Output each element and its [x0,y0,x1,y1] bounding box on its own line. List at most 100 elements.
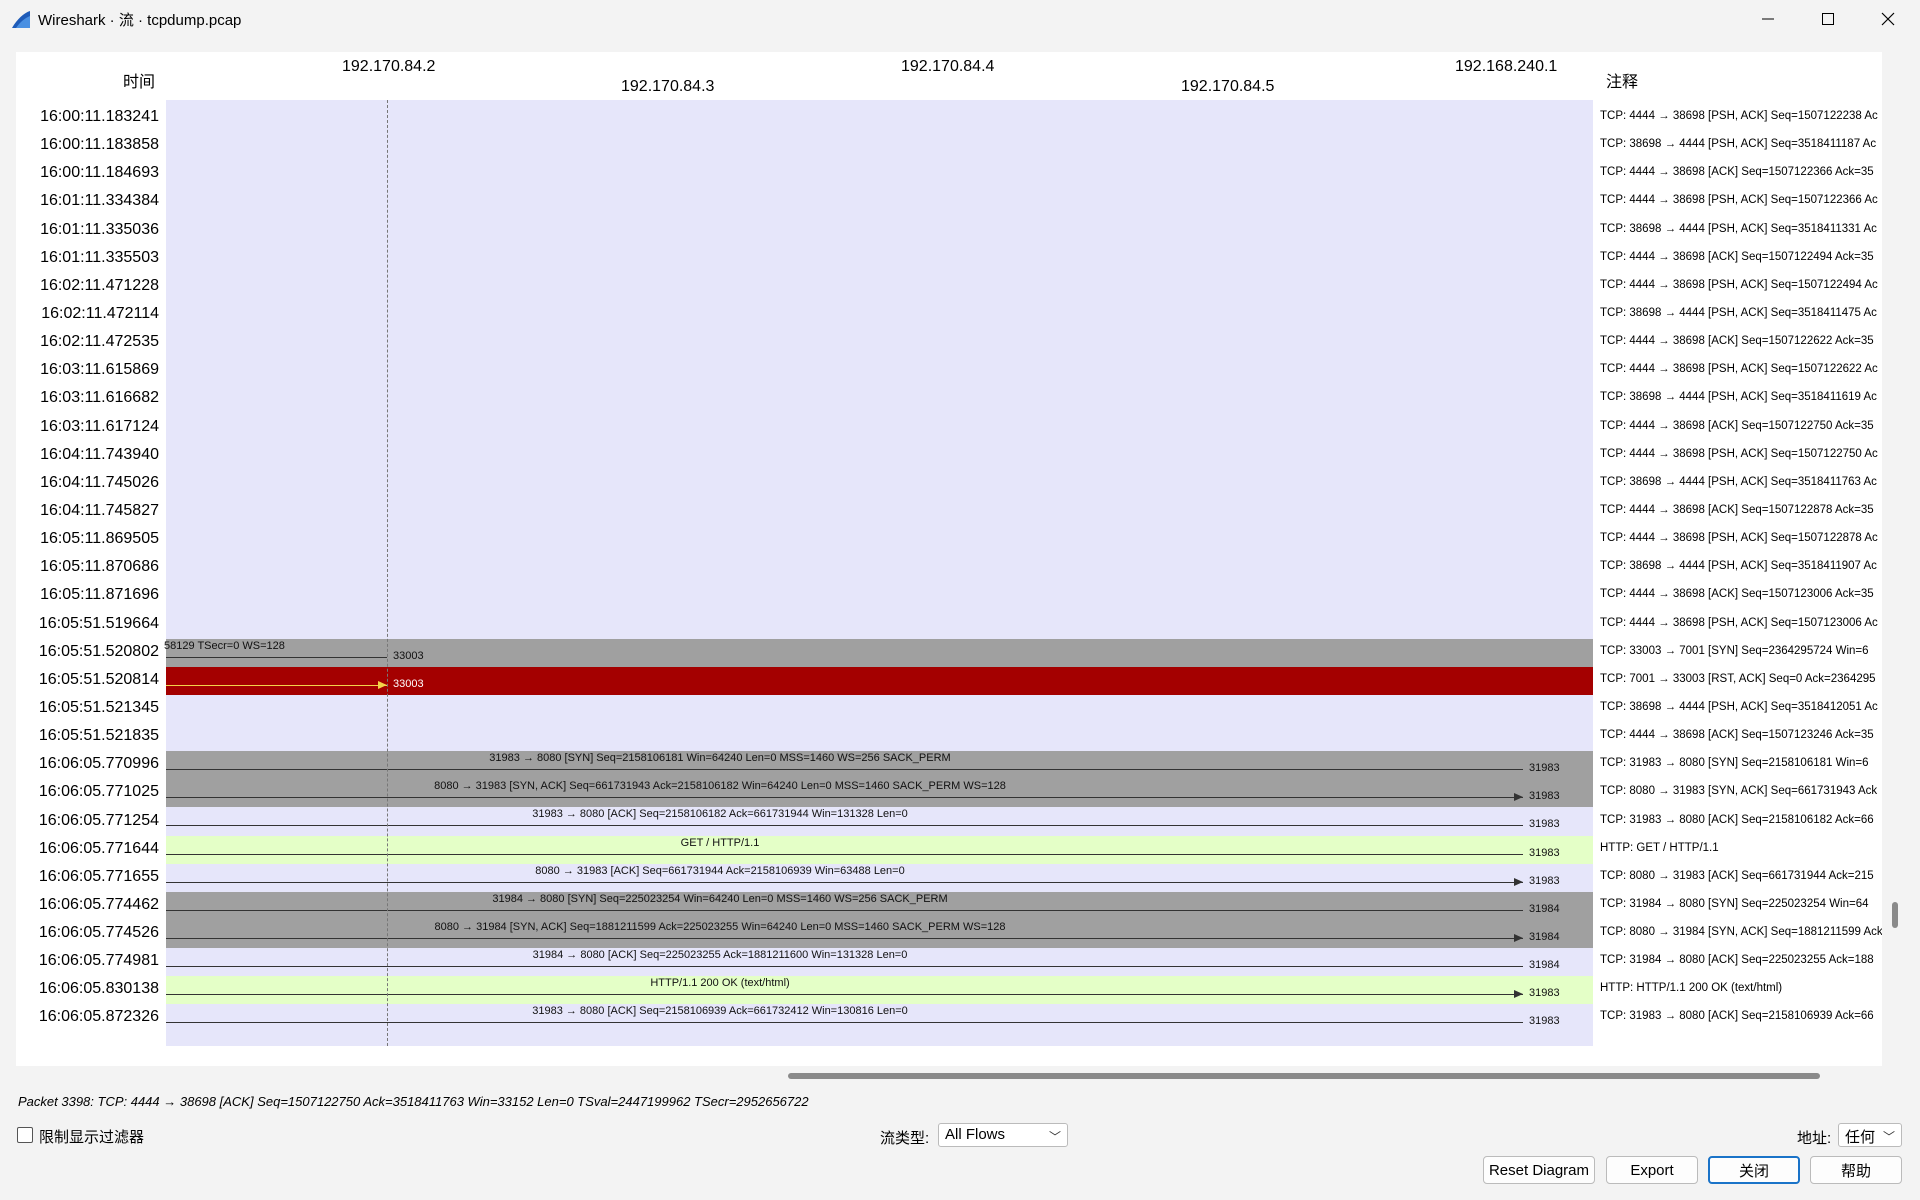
flow-row-7[interactable] [166,273,1593,301]
flow-time: 16:06:05.774981 [38,952,159,970]
flow-row-30[interactable]: 8080 → 31984 [SYN, ACK] Seq=1881211599 A… [166,919,1593,948]
flow-comment: TCP: 31983 → 8080 [ACK] Seq=2158106939 A… [1600,1010,1874,1023]
flow-comment: TCP: 4444 → 38698 [ACK] Seq=1507122494 A… [1600,250,1874,263]
flow-row-32[interactable]: HTTP/1.1 200 OK (text/html) 31983 [166,976,1593,1005]
flow-row-19[interactable] [166,610,1593,638]
flow-row-1[interactable] [166,104,1593,132]
flow-comment: TCP: 4444 → 38698 [ACK] Seq=1507123006 A… [1600,588,1874,601]
flow-comment: TCP: 4444 → 38698 [PSH, ACK] Seq=1507123… [1600,616,1878,629]
flow-arrow-line [166,656,387,658]
flow-row-31[interactable]: 31984 → 8080 [ACK] Seq=225023255 Ack=188… [166,948,1593,976]
arrowhead-icon [1514,877,1523,886]
export-button[interactable]: Export [1606,1156,1698,1184]
flow-port-label: 33003 [393,649,424,662]
flow-arrow-label: 8080 → 31984 [SYN, ACK] Seq=1881211599 A… [434,920,1006,933]
flow-row-28[interactable]: 8080 → 31983 [ACK] Seq=661731944 Ack=215… [166,864,1593,892]
flow-time: 16:06:05.771644 [38,839,159,857]
flow-row-23[interactable] [166,723,1593,751]
flow-arrow-label: 8080 → 31983 [ACK] Seq=661731944 Ack=215… [535,864,905,877]
flow-type-value: All Flows [945,1126,1006,1143]
flow-port-label: 31984 [1529,902,1560,915]
address-select[interactable]: 任何 ﹀ [1838,1123,1902,1147]
flow-row-27[interactable]: GET / HTTP/1.1 31983 [166,835,1593,864]
flow-time: 16:02:11.472114 [41,304,159,322]
flow-row-8[interactable] [166,301,1593,329]
vertical-scrollbar[interactable] [1892,902,1898,928]
flow-row-15[interactable] [166,498,1593,526]
wireshark-fin-icon [12,11,30,28]
flow-comment: TCP: 33003 → 7001 [SYN] Seq=2364295724 W… [1600,644,1869,657]
flow-time: 16:05:51.521835 [38,727,159,745]
flow-row-4[interactable] [166,188,1593,216]
close-button[interactable]: 关闭 [1708,1156,1800,1184]
flow-arrow-line [166,966,1523,968]
flow-port-label: 31983 [1529,818,1560,831]
limit-filter-checkbox[interactable] [17,1127,33,1143]
flow-row-16[interactable] [166,526,1593,554]
flow-arrow-line [166,881,1523,883]
flow-row-20[interactable]: 58129 TSecr=0 WS=128 33003 [164,638,1593,667]
flow-comment: HTTP: HTTP/1.1 200 OK (text/html) [1600,982,1783,995]
flow-row-11[interactable] [166,385,1593,413]
maximize-button[interactable] [1798,0,1858,38]
arrowhead-icon [1514,934,1523,943]
host-header-3: 192.170.84.4 [901,58,995,75]
flow-comment: TCP: 31984 → 8080 [SYN] Seq=225023254 Wi… [1600,897,1869,910]
flow-port-label: 31984 [1529,931,1560,944]
flow-time: 16:01:11.334384 [40,192,159,210]
flow-time: 16:05:11.871696 [40,586,159,604]
flow-comment: TCP: 38698 → 4444 [PSH, ACK] Seq=3518411… [1600,138,1877,151]
flow-arrow-line [166,938,1523,940]
flow-row-29[interactable]: 31984 → 8080 [SYN] Seq=225023254 Win=642… [166,891,1593,920]
time-column-header: 时间 [123,74,156,91]
flow-row-12[interactable] [166,413,1593,441]
flow-row-9[interactable] [166,329,1593,357]
horizontal-scrollbar[interactable] [788,1073,1820,1079]
flow-arrow-label: 8080 → 31983 [SYN, ACK] Seq=661731943 Ac… [434,780,1006,793]
flow-arrow-label: 31983 → 8080 [ACK] Seq=2158106939 Ack=66… [532,1005,908,1018]
flow-time: 16:05:11.870686 [40,558,159,576]
flow-time: 16:02:11.472535 [40,333,159,351]
flow-row-3[interactable] [166,160,1593,188]
flow-row-22[interactable] [166,695,1593,723]
flow-comment: TCP: 8080 → 31983 [SYN, ACK] Seq=6617319… [1600,785,1878,798]
flow-row-5[interactable] [166,216,1593,244]
flow-lanes: 58129 TSecr=0 WS=128 33003 33003 31983 → 80… [164,100,1593,1046]
flow-time: 16:03:11.616682 [40,389,159,407]
minimize-icon [1762,18,1774,20]
flow-row-25[interactable]: 8080 → 31983 [SYN, ACK] Seq=661731943 Ac… [166,779,1593,808]
reset-diagram-button[interactable]: Reset Diagram [1483,1156,1595,1184]
flow-comment: TCP: 38698 → 4444 [PSH, ACK] Seq=3518411… [1600,475,1877,488]
flow-comment: TCP: 4444 → 38698 [PSH, ACK] Seq=1507122… [1600,278,1878,291]
flow-row-21[interactable]: 33003 [166,666,1593,695]
flow-row-33[interactable]: 31983 → 8080 [ACK] Seq=2158106939 Ack=66… [166,1004,1593,1032]
comment-column-header: 注释 [1606,74,1639,91]
flow-row-2[interactable] [166,132,1593,160]
close-window-button[interactable] [1858,0,1918,38]
flow-row-18[interactable] [166,582,1593,610]
flow-comment: TCP: 4444 → 38698 [ACK] Seq=1507122750 A… [1600,419,1874,432]
flow-row-10[interactable] [166,357,1593,385]
minimize-button[interactable] [1738,0,1798,38]
flow-port-label: 31983 [1529,846,1560,859]
help-button[interactable]: 帮助 [1810,1156,1902,1184]
flow-row-24[interactable]: 31983 → 8080 [SYN] Seq=2158106181 Win=64… [166,751,1593,780]
flow-diagram[interactable]: 时间 192.170.84.2 192.170.84.3 192.170.84.… [16,52,1882,1066]
flow-row-13[interactable] [166,442,1593,470]
flow-comment: TCP: 31983 → 8080 [SYN] Seq=2158106181 W… [1600,757,1869,770]
flow-time: 16:02:11.471228 [40,276,159,294]
flow-port-label: 31983 [1529,790,1560,803]
flow-comment: TCP: 4444 → 38698 [PSH, ACK] Seq=1507122… [1600,532,1878,545]
flow-row-14[interactable] [166,470,1593,498]
flow-comment: TCP: 31983 → 8080 [ACK] Seq=2158106182 A… [1600,813,1874,826]
flow-time: 16:00:11.184693 [40,164,159,182]
flow-arrow-label: 58129 TSecr=0 WS=128 [164,639,285,652]
flow-row-26[interactable]: 31983 → 8080 [ACK] Seq=2158106182 Ack=66… [166,807,1593,835]
flow-type-select[interactable]: All Flows ﹀ [938,1123,1068,1147]
flow-row-17[interactable] [166,554,1593,582]
flow-arrow-label: HTTP/1.1 200 OK (text/html) [650,977,790,990]
flow-row-6[interactable] [166,245,1593,273]
flow-time: 16:06:05.771254 [38,811,159,829]
flow-time: 16:05:51.520802 [38,642,159,660]
flow-comment: TCP: 38698 → 4444 [PSH, ACK] Seq=3518411… [1600,560,1877,573]
